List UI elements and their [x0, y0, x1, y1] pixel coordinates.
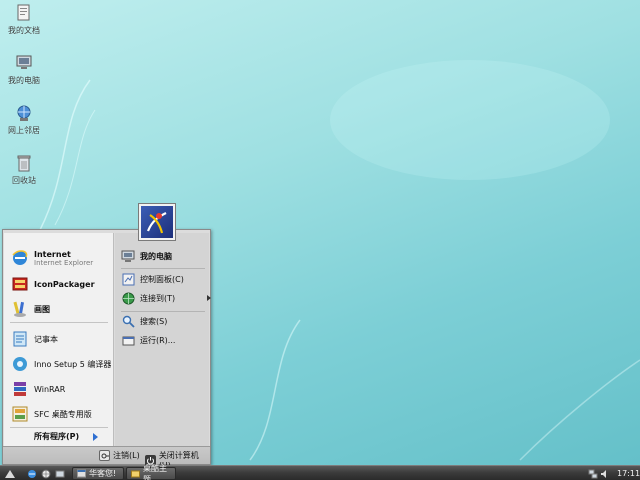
taskbar-clock[interactable]: 17:11 — [617, 469, 640, 478]
submenu-arrow-icon — [207, 295, 211, 301]
start-item-internet[interactable]: Internet Internet Explorer — [10, 247, 93, 269]
desktop-icon-my-computer[interactable]: 我的电脑 — [4, 54, 44, 98]
control-panel-icon — [121, 272, 135, 286]
desktop-icon-label: 我的电脑 — [8, 76, 40, 85]
network-places-icon — [15, 104, 33, 122]
start-item-title: SFC 桌酷专用版 — [34, 409, 92, 419]
start-item-title: IconPackager — [34, 279, 95, 289]
arrow-right-icon — [93, 432, 99, 441]
my-computer-icon — [121, 249, 135, 263]
places-item-label: 搜索(S) — [140, 316, 168, 326]
desktop-icon-my-documents[interactable]: 我的文档 — [4, 4, 44, 48]
places-item-label: 我的电脑 — [140, 251, 172, 261]
places-item-connect-to[interactable]: 连接到(T) — [121, 290, 211, 306]
globe-icon — [121, 291, 135, 305]
start-item-title: 记事本 — [34, 334, 58, 344]
key-icon — [99, 450, 110, 461]
globe-icon — [41, 469, 50, 478]
places-item-label: 运行(R)... — [140, 335, 176, 345]
places-item-my-computer[interactable]: 我的电脑 — [121, 248, 172, 264]
start-item-sfc[interactable]: SFC 桌酷专用版 — [10, 403, 92, 425]
start-menu: Internet Internet Explorer IconPackager … — [2, 229, 211, 470]
start-item-notepad[interactable]: 记事本 — [10, 328, 58, 350]
start-item-paint[interactable]: 画图 — [10, 298, 50, 320]
internet-explorer-icon — [27, 469, 36, 478]
quicklaunch-browser[interactable] — [40, 468, 51, 479]
network-icon[interactable] — [588, 469, 598, 479]
search-icon — [121, 314, 135, 328]
places-item-search[interactable]: 搜索(S) — [121, 313, 167, 329]
show-desktop-icon — [55, 470, 64, 477]
run-icon — [121, 333, 135, 347]
taskbar-button-window[interactable]: 华客您! — [72, 467, 124, 480]
start-item-title: Internet — [34, 249, 71, 259]
start-item-inno-setup[interactable]: Inno Setup 5 编译器 — [10, 353, 111, 375]
my-computer-icon — [15, 54, 33, 72]
desktop-icon-recycle-bin[interactable]: 回收站 — [4, 154, 44, 198]
all-programs-label: 所有程序(P) — [34, 432, 80, 441]
places-separator — [121, 268, 205, 269]
quicklaunch-show-desktop[interactable] — [54, 468, 65, 479]
places-separator — [121, 311, 205, 312]
places-item-label: 控制面板(C) — [140, 274, 184, 284]
paint-icon — [10, 299, 30, 319]
taskbar-button-theme[interactable]: 桌酷主题... — [126, 464, 176, 480]
logoff-label: 注销(L) — [113, 451, 140, 460]
all-programs-button[interactable]: 所有程序(P) — [34, 431, 99, 442]
user-avatar[interactable] — [138, 203, 176, 241]
taskbar-button-label: 桌酷主题... — [143, 463, 167, 480]
my-documents-icon — [15, 4, 33, 22]
desktop-icon-label: 我的文档 — [8, 26, 40, 35]
taskbar: 华客您! 桌酷主题... 17:11 — [0, 464, 640, 480]
places-item-label: 连接到(T) — [140, 293, 176, 303]
folder-icon — [131, 469, 140, 478]
desktop-icon-label: 回收站 — [12, 176, 36, 185]
window-icon — [77, 469, 86, 478]
volume-icon[interactable] — [600, 469, 610, 479]
quicklaunch-ie[interactable] — [26, 468, 37, 479]
start-item-title: 画图 — [34, 304, 50, 314]
internet-explorer-icon — [10, 248, 30, 268]
start-button[interactable] — [3, 468, 17, 479]
iconpackager-icon — [10, 274, 30, 294]
notepad-icon — [10, 329, 30, 349]
desktop-icon-network[interactable]: 网上邻居 — [4, 104, 44, 148]
start-item-title: WinRAR — [34, 384, 66, 394]
logoff-button[interactable]: 注销(L) — [99, 450, 140, 461]
start-item-subtitle: Internet Explorer — [34, 258, 94, 267]
start-item-winrar[interactable]: WinRAR — [10, 378, 65, 400]
system-tray: 17:11 — [588, 467, 640, 480]
start-item-iconpackager[interactable]: IconPackager — [10, 273, 95, 295]
start-logo-icon — [5, 469, 15, 478]
recycle-bin-icon — [15, 154, 33, 172]
user-avatar-icon — [146, 212, 167, 234]
taskbar-button-label: 华客您! — [89, 469, 117, 478]
places-item-run[interactable]: 运行(R)... — [121, 332, 175, 348]
start-menu-separator — [10, 427, 108, 428]
desktop-icon-label: 网上邻居 — [8, 126, 40, 135]
start-menu-programs-pane: Internet Internet Explorer IconPackager … — [4, 233, 114, 446]
start-menu-separator — [10, 322, 108, 323]
start-menu-bottom-bar: 注销(L) 关闭计算机(U) — [3, 446, 210, 470]
inno-setup-icon — [10, 354, 30, 374]
start-item-title: Inno Setup 5 编译器 — [34, 359, 112, 369]
places-item-control-panel[interactable]: 控制面板(C) — [121, 271, 184, 287]
start-menu-places-pane: 我的电脑 控制面板(C) 连接到(T) 搜索(S) 运行(R)... — [115, 233, 211, 446]
winrar-icon — [10, 379, 30, 399]
sfc-icon — [10, 404, 30, 424]
